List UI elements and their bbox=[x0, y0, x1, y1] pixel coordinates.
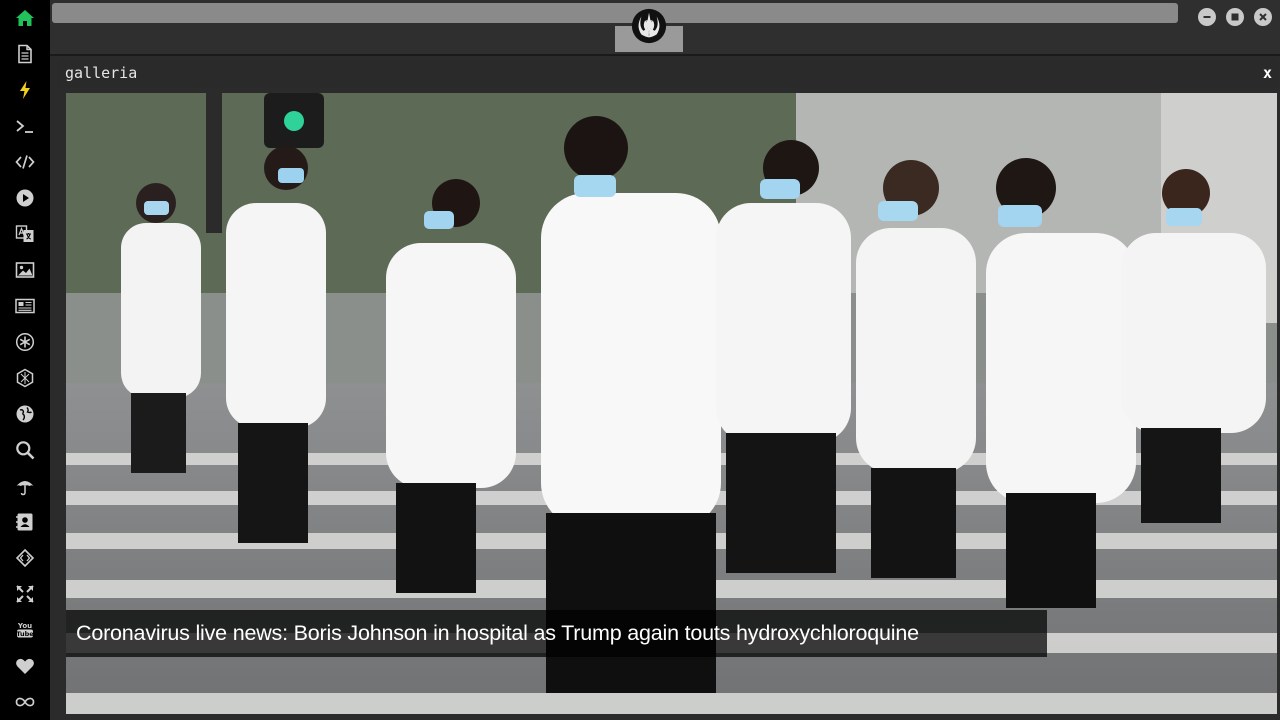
umbrella-icon[interactable] bbox=[13, 474, 37, 498]
caption-text: Coronavirus live news: Boris Johnson in … bbox=[76, 621, 919, 645]
translate-icon[interactable] bbox=[13, 222, 37, 246]
expand-arrows-icon[interactable] bbox=[13, 582, 37, 606]
panel-header: galleria x bbox=[58, 60, 1278, 88]
close-window-button[interactable] bbox=[1254, 8, 1272, 26]
close-icon bbox=[1259, 13, 1267, 21]
youtube-icon[interactable]: You Tube bbox=[13, 618, 37, 642]
image-icon[interactable] bbox=[13, 258, 37, 282]
diamond-code-icon[interactable] bbox=[13, 546, 37, 570]
maximize-button[interactable] bbox=[1226, 8, 1244, 26]
gallery-viewer[interactable]: Coronavirus live news: Boris Johnson in … bbox=[66, 93, 1277, 714]
infinity-icon[interactable] bbox=[13, 690, 37, 714]
home-icon[interactable] bbox=[13, 6, 37, 30]
svg-text:Tube: Tube bbox=[16, 630, 34, 638]
lightning-icon[interactable] bbox=[13, 78, 37, 102]
svg-text:You: You bbox=[17, 622, 32, 630]
app-window: You Tube galleria x Coronavirus live new… bbox=[0, 0, 1280, 720]
code-icon[interactable] bbox=[13, 150, 37, 174]
maximize-icon bbox=[1231, 13, 1239, 21]
address-bar[interactable] bbox=[52, 3, 1178, 23]
window-titlebar bbox=[50, 0, 1280, 56]
play-icon[interactable] bbox=[13, 186, 37, 210]
rebel-alliance-icon bbox=[630, 7, 668, 45]
newspaper-icon[interactable] bbox=[13, 294, 37, 318]
caption-overlay: Coronavirus live news: Boris Johnson in … bbox=[66, 610, 1047, 657]
terminal-icon[interactable] bbox=[13, 114, 37, 138]
heart-icon[interactable] bbox=[13, 654, 37, 678]
hexagon-icon[interactable] bbox=[13, 366, 37, 390]
asterisk-icon[interactable] bbox=[13, 330, 37, 354]
globe-icon[interactable] bbox=[13, 402, 37, 426]
panel-title: galleria bbox=[65, 64, 138, 82]
contact-card-icon[interactable] bbox=[13, 510, 37, 534]
document-icon[interactable] bbox=[13, 42, 37, 66]
sidebar: You Tube bbox=[0, 0, 50, 720]
panel-close-button[interactable]: x bbox=[1263, 64, 1272, 82]
minimize-icon bbox=[1203, 16, 1211, 18]
minimize-button[interactable] bbox=[1198, 8, 1216, 26]
search-icon[interactable] bbox=[13, 438, 37, 462]
